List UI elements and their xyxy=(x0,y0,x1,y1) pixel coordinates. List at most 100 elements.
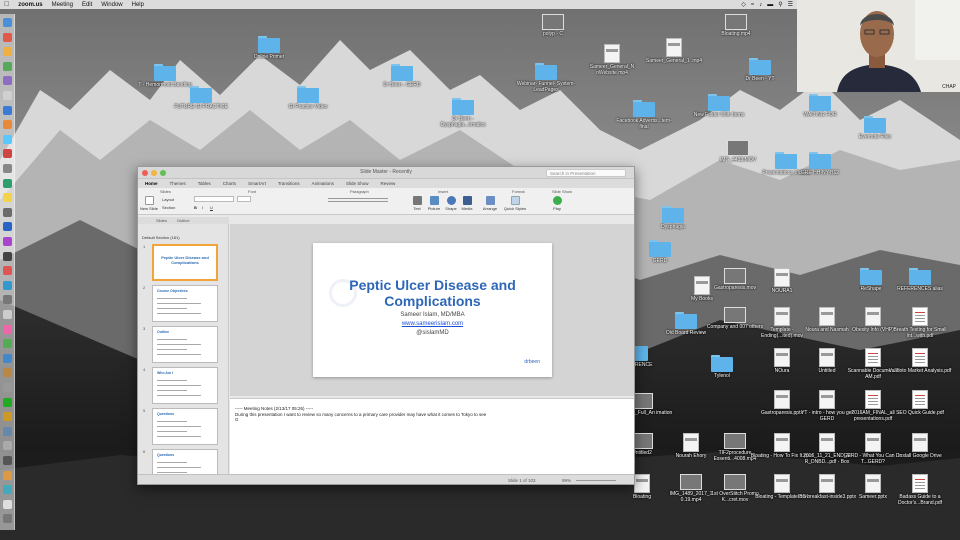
slide-thumbnail[interactable]: Questions xyxy=(152,449,218,474)
dock-app-icon[interactable] xyxy=(3,266,12,276)
dock-app-icon[interactable] xyxy=(3,134,12,144)
desktop-item[interactable]: GRE HH-NY-B12 xyxy=(788,152,852,176)
notification-icon[interactable]: ☰ xyxy=(788,1,793,8)
dock-app-icon[interactable] xyxy=(3,397,12,407)
slide-thumbnail[interactable]: Outline xyxy=(152,326,218,363)
desktop-item[interactable]: Install Google Drive xyxy=(888,433,952,459)
dock-app-icon[interactable] xyxy=(3,426,12,436)
new-slide-button[interactable]: New Slide xyxy=(140,196,158,211)
menu-window[interactable]: Window xyxy=(101,2,122,8)
dock-app-icon[interactable] xyxy=(3,178,12,188)
tab-smartart[interactable]: SmartArt xyxy=(248,181,266,186)
zoom-window-icon[interactable] xyxy=(160,169,166,176)
dock-app-icon[interactable] xyxy=(3,18,12,27)
desktop-item[interactable]: Validoto Market Analysis.pdf xyxy=(888,348,952,374)
menu-edit[interactable]: Edit xyxy=(82,2,92,8)
tab-slide-show[interactable]: Slide Show xyxy=(346,181,369,186)
layout-button[interactable]: Layout xyxy=(162,197,186,202)
desktop-item[interactable]: Dr Been - Dysphagia...ematics xyxy=(431,98,495,128)
volume-icon[interactable]: ♪ xyxy=(759,2,762,8)
spotlight-icon[interactable]: ⚲ xyxy=(778,1,782,8)
desktop-item[interactable]: Dr Been - YT xyxy=(728,58,792,82)
dock-app-icon[interactable] xyxy=(3,324,12,334)
tab-outline[interactable]: Outline xyxy=(177,218,190,223)
desktop-item[interactable]: FUTURE GI PRACTICE xyxy=(169,86,233,110)
dock-app-icon[interactable] xyxy=(3,456,12,465)
arrange-button[interactable]: Arrange xyxy=(482,196,498,211)
search-input[interactable]: Search in Presentation xyxy=(546,169,626,177)
desktop-item[interactable]: Bloating.mp4 xyxy=(704,14,768,37)
desktop-item[interactable]: NOURA1 xyxy=(750,268,814,294)
tab-charts[interactable]: Charts xyxy=(223,181,236,186)
bold-icon[interactable]: B xyxy=(194,205,197,210)
media-button[interactable]: Media xyxy=(460,196,474,211)
desktop-item[interactable]: Breath Testing for Small Int...with.pdf xyxy=(888,307,952,339)
menu-meeting[interactable]: Meeting xyxy=(52,2,73,8)
dock-app-icon[interactable] xyxy=(3,222,12,232)
dock-app-icon[interactable] xyxy=(3,76,12,86)
desktop-item[interactable]: REFERENCES alias xyxy=(888,268,952,292)
shape-button[interactable]: Shape xyxy=(444,196,458,211)
dock-app-icon[interactable] xyxy=(3,514,12,524)
zoom-slider[interactable] xyxy=(576,480,616,481)
current-slide[interactable]: Peptic Ulcer Disease and Complications S… xyxy=(313,243,552,377)
dock-app-icon[interactable] xyxy=(3,193,12,203)
dock-app-icon[interactable] xyxy=(3,470,12,480)
desktop-item[interactable]: Tylenol xyxy=(690,355,754,379)
slide-thumbnail[interactable]: Who Am I xyxy=(152,367,218,404)
desktop-item[interactable]: Sameer_General_N oWebsite.mp4 xyxy=(580,44,644,76)
play-button[interactable]: Play xyxy=(550,196,564,211)
desktop-item[interactable]: GERD xyxy=(628,240,692,264)
slide-thumbnail[interactable]: Peptic Ulcer Disease and Complications xyxy=(152,244,218,281)
picture-button[interactable]: Picture xyxy=(426,196,442,211)
tab-themes[interactable]: Themes xyxy=(170,181,186,186)
paragraph-controls-icon[interactable] xyxy=(328,198,388,202)
speaker-notes[interactable]: ----- Meeting Notes (2/13/17 05:26) ----… xyxy=(230,398,634,474)
font-size-select[interactable] xyxy=(237,196,251,202)
dock-app-icon[interactable] xyxy=(3,339,12,349)
dock-app-icon[interactable] xyxy=(3,237,12,246)
menu-app-name[interactable]: zoom.us xyxy=(18,2,42,8)
dock-app-icon[interactable] xyxy=(3,310,12,319)
desktop-item[interactable]: SEO Quick Guide.pdf xyxy=(888,390,952,416)
desktop-item[interactable]: polyp - C xyxy=(521,14,585,37)
dock-app-icon[interactable] xyxy=(3,105,12,115)
wifi-icon[interactable]: ≈ xyxy=(751,2,754,8)
dock-app-icon[interactable] xyxy=(3,280,12,290)
slide-thumbnail[interactable]: Course Objectives xyxy=(152,285,218,322)
dock-app-icon[interactable] xyxy=(3,368,12,378)
italic-icon[interactable]: I xyxy=(202,205,203,210)
dock-app-icon[interactable] xyxy=(3,251,12,261)
section-label[interactable]: Default Section (181) xyxy=(138,235,229,241)
desktop-item[interactable]: Dr Been - GERD xyxy=(370,64,434,88)
dock-app-icon[interactable] xyxy=(3,32,12,42)
desktop-item[interactable]: New Folder With Items xyxy=(687,94,751,118)
desktop-item[interactable]: Dysphagia xyxy=(641,206,705,230)
desktop-item[interactable]: Facebook Advertis...tem-final xyxy=(612,100,676,130)
desktop-item[interactable]: My Books xyxy=(670,276,734,302)
tab-tables[interactable]: Tables xyxy=(198,181,211,186)
desktop-item[interactable]: Badass Guide to a Doctor's...Brand.pdf xyxy=(888,474,952,506)
quick-styles-button[interactable]: Quick Styles xyxy=(502,196,528,211)
desktop-item[interactable]: Webinar- Funnel- System-LeadPages xyxy=(514,63,578,93)
tab-animations[interactable]: Animations xyxy=(312,181,334,186)
dock-app-icon[interactable] xyxy=(3,61,12,71)
section-button[interactable]: Section xyxy=(162,205,186,210)
tab-transitions[interactable]: Transitions xyxy=(278,181,300,186)
dock-app-icon[interactable] xyxy=(3,91,12,100)
dropbox-icon[interactable]: ◇ xyxy=(741,1,746,8)
font-name-select[interactable] xyxy=(194,196,234,202)
dock-app-icon[interactable] xyxy=(3,120,12,130)
desktop-item[interactable]: WAITING FOR xyxy=(788,94,852,118)
dock-app-icon[interactable] xyxy=(3,383,12,392)
slide-url-link[interactable]: www.sameerislam.com xyxy=(313,321,552,327)
apple-menu-icon[interactable]:  xyxy=(4,1,9,8)
dock-app-icon[interactable] xyxy=(3,295,12,305)
tab-slides[interactable]: Slides xyxy=(156,218,167,223)
slide-thumbnail[interactable]: Questions xyxy=(152,408,218,445)
dock-app-icon[interactable] xyxy=(3,207,12,217)
dock-app-icon[interactable] xyxy=(3,412,12,422)
menu-help[interactable]: Help xyxy=(132,2,144,8)
dock-app-icon[interactable] xyxy=(3,499,12,509)
dock-app-icon[interactable] xyxy=(3,149,12,159)
